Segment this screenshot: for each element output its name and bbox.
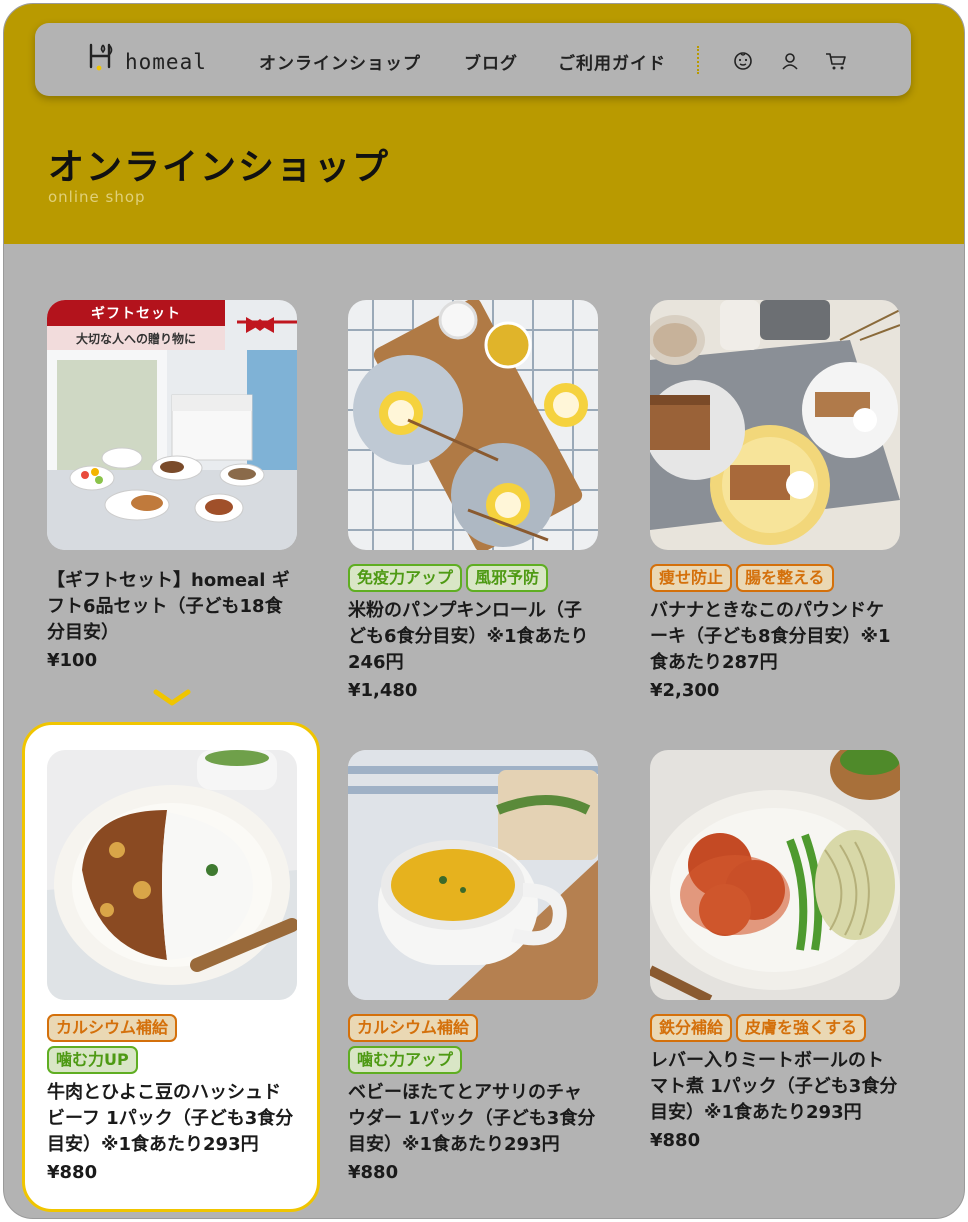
logo[interactable]: homeal [87, 41, 207, 73]
tag-list: 免疫力アップ 風邪予防 [348, 564, 598, 592]
product-card-pumpkin-roll[interactable]: 免疫力アップ 風邪予防 米粉のパンプキンロール（子ども6食分目安）※1食あたり2… [348, 300, 598, 701]
user-icon[interactable] [779, 50, 801, 72]
tag: 風邪予防 [466, 564, 549, 592]
tag-list: 痩せ防止 腸を整える [650, 564, 900, 592]
product-image[interactable] [650, 300, 900, 550]
page-title: オンラインショップ [48, 147, 391, 188]
product-card-chowder[interactable]: カルシウム補給 噛む力アップ ベビーほたてとアサリのチャウダー 1パック（子ども… [348, 750, 598, 1183]
product-title[interactable]: バナナときなこのパウンドケーキ（子ども8食分目安）※1食あたり287円 [650, 598, 900, 676]
nav-divider [697, 46, 699, 74]
tag: 鉄分補給 [650, 1014, 733, 1042]
product-image[interactable]: ギフトセット 大切な人への贈り物に [47, 300, 297, 550]
logo-text: homeal [125, 50, 207, 74]
nav-online-shop[interactable]: オンラインショップ [259, 49, 421, 74]
tag: 免疫力アップ [348, 564, 463, 592]
page-subtitle: online shop [48, 188, 146, 206]
baby-face-icon[interactable] [732, 50, 754, 72]
chevron-down-icon [153, 689, 191, 706]
product-price: ¥880 [348, 1162, 399, 1183]
product-title[interactable]: レバー入りミートボールのトマト煮 1パック（子ども3食分目安）※1食あたり293… [650, 1048, 900, 1126]
product-price: ¥880 [650, 1130, 701, 1151]
cart-icon[interactable] [825, 50, 847, 72]
tag: 痩せ防止 [650, 564, 733, 592]
top-navigation: homeal オンラインショップ ブログ ご利用ガイド [35, 23, 911, 96]
nav-blog[interactable]: ブログ [464, 49, 518, 74]
tag: カルシウム補給 [47, 1014, 178, 1042]
product-image[interactable] [348, 750, 598, 1000]
tag: カルシウム補給 [348, 1014, 479, 1042]
product-image[interactable] [348, 300, 598, 550]
tag-list: 鉄分補給 皮膚を強くする [650, 1014, 900, 1042]
gift-banner-sub: 大切な人への贈り物に [47, 326, 225, 350]
product-price: ¥100 [47, 650, 98, 671]
product-title[interactable]: 【ギフトセット】homeal ギフト6品セット（子ども18食分目安） [47, 568, 297, 646]
product-card-meatball[interactable]: 鉄分補給 皮膚を強くする レバー入りミートボールのトマト煮 1パック（子ども3食… [650, 750, 900, 1151]
nav-guide[interactable]: ご利用ガイド [558, 49, 666, 74]
product-title[interactable]: ベビーほたてとアサリのチャウダー 1パック（子ども3食分目安）※1食あたり293… [348, 1080, 598, 1158]
product-card-pound-cake[interactable]: 痩せ防止 腸を整える バナナときなこのパウンドケーキ（子ども8食分目安）※1食あ… [650, 300, 900, 701]
tag: 腸を整える [736, 564, 834, 592]
product-title[interactable]: 牛肉とひよこ豆のハッシュドビーフ 1パック（子ども3食分目安）※1食あたり293… [47, 1080, 297, 1158]
tag-list: カルシウム補給 噛む力アップ [348, 1014, 598, 1074]
tag: 皮膚を強くする [736, 1014, 867, 1042]
gift-banner-title: ギフトセット [47, 300, 225, 326]
tag: 噛む力アップ [348, 1046, 463, 1074]
tag-list: カルシウム補給 噛む力UP [47, 1014, 297, 1074]
product-price: ¥1,480 [348, 680, 418, 701]
product-image[interactable] [47, 750, 297, 1000]
product-price: ¥880 [47, 1162, 98, 1183]
product-price: ¥2,300 [650, 680, 720, 701]
logo-icon [89, 43, 113, 71]
product-card-hashed-beef[interactable]: カルシウム補給 噛む力UP 牛肉とひよこ豆のハッシュドビーフ 1パック（子ども3… [47, 750, 297, 1183]
tag: 噛む力UP [47, 1046, 138, 1074]
product-card-gift-set[interactable]: ギフトセット 大切な人への贈り物に 【ギフトセット】homeal ギフト6品セッ… [47, 300, 297, 671]
gift-banner: ギフトセット 大切な人への贈り物に [47, 300, 297, 350]
app-frame: homeal オンラインショップ ブログ ご利用ガイド オンラインショップ on… [3, 3, 965, 1219]
product-title[interactable]: 米粉のパンプキンロール（子ども6食分目安）※1食あたり246円 [348, 598, 598, 676]
product-image[interactable] [650, 750, 900, 1000]
